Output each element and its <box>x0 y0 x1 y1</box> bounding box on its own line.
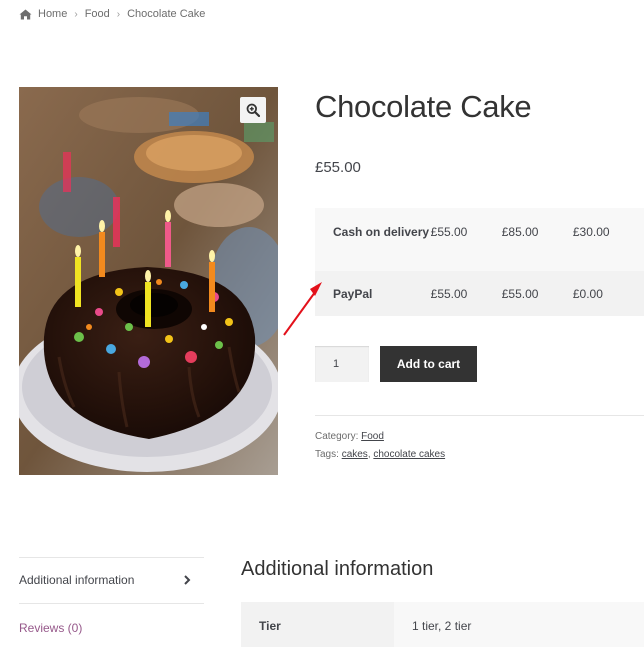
tab-label: Reviews (0) <box>19 621 83 635</box>
attribute-value: 1 tier, 2 tier <box>394 602 644 647</box>
breadcrumb: Home › Food › Chocolate Cake <box>19 6 205 22</box>
product-price: £55.00 <box>315 159 361 176</box>
payment-method: Cash on delivery <box>315 208 431 271</box>
tag-link-cakes[interactable]: cakes <box>342 449 368 460</box>
breadcrumb-food-link[interactable]: Food <box>85 8 110 20</box>
table-cell: £55.00 <box>430 208 502 271</box>
chocolate-cake-photo <box>19 87 278 475</box>
table-row: Cash on delivery £55.00 £85.00 £30.00 <box>315 208 644 271</box>
category-label: Category: <box>315 431 359 442</box>
product-tags: Tags: cakes, chocolate cakes <box>315 449 445 460</box>
add-to-cart-button[interactable]: Add to cart <box>380 346 477 382</box>
table-row: PayPal £55.00 £55.00 £0.00 <box>315 271 644 316</box>
breadcrumb-home-link[interactable]: Home <box>38 8 67 20</box>
table-cell: £85.00 <box>501 208 573 271</box>
table-cell: £30.00 <box>572 208 644 271</box>
product-image[interactable] <box>19 87 278 475</box>
product-title: Chocolate Cake <box>315 89 532 124</box>
table-cell: £55.00 <box>430 271 502 316</box>
product-category: Category: Food <box>315 431 384 442</box>
divider <box>19 603 204 604</box>
breadcrumb-current: Chocolate Cake <box>127 8 206 20</box>
breadcrumb-separator: › <box>74 8 78 20</box>
tag-link-chocolate-cakes[interactable]: chocolate cakes <box>373 449 445 460</box>
zoom-button[interactable] <box>240 97 266 123</box>
breadcrumb-separator: › <box>116 8 121 20</box>
tab-additional-information[interactable]: Additional information <box>19 570 204 590</box>
payment-options-table: Cash on delivery £55.00 £85.00 £30.00 Pa… <box>315 208 644 316</box>
table-row: Tier 1 tier, 2 tier <box>241 602 644 647</box>
tab-label: Additional information <box>19 573 135 587</box>
annotation-arrow-icon <box>283 282 322 336</box>
quantity-input[interactable] <box>315 346 369 382</box>
divider <box>19 557 204 558</box>
chevron-right-icon <box>184 575 191 585</box>
table-cell: £55.00 <box>501 271 573 316</box>
category-link[interactable]: Food <box>361 431 384 442</box>
tags-label: Tags: <box>315 449 339 460</box>
section-title: Additional information <box>241 558 434 580</box>
attribute-name: Tier <box>241 602 394 647</box>
table-cell: £0.00 <box>572 271 644 316</box>
divider <box>315 415 644 416</box>
magnifier-plus-icon <box>246 103 260 117</box>
tag-separator: , <box>367 449 371 460</box>
home-icon <box>19 9 32 19</box>
payment-method: PayPal <box>315 271 431 316</box>
tab-reviews[interactable]: Reviews (0) <box>19 618 204 638</box>
